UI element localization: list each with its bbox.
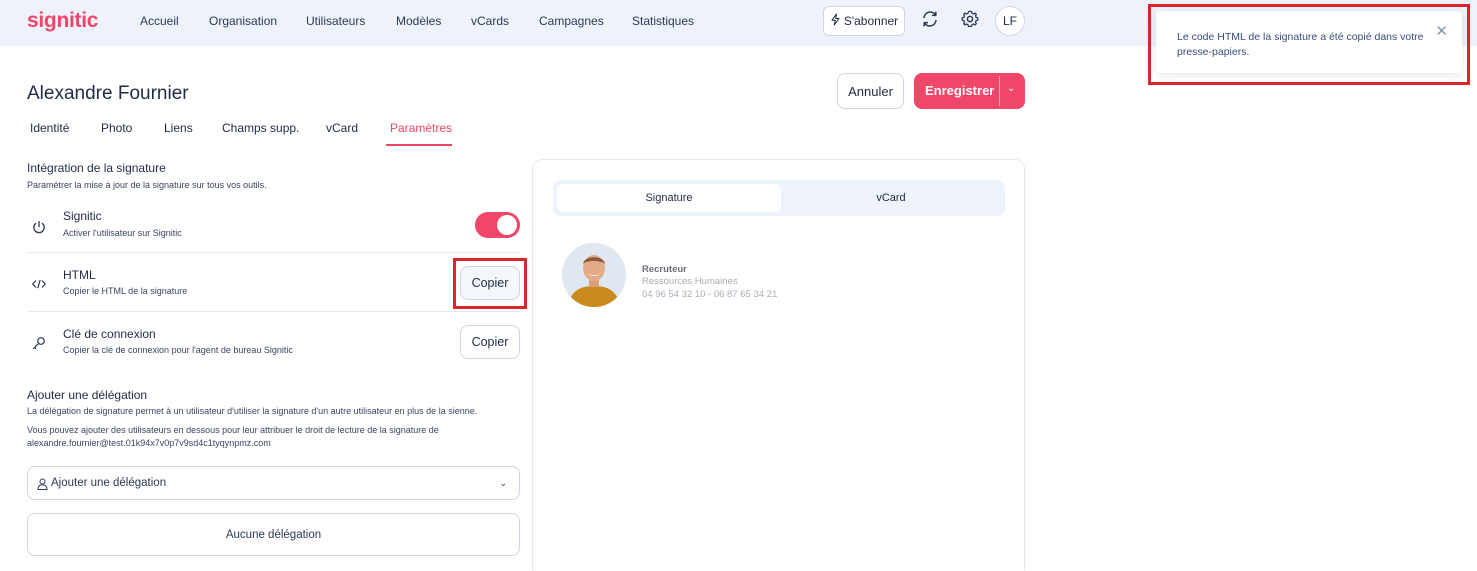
signitic-row-title: Signitic [63, 209, 102, 223]
cancel-button[interactable]: Annuler [837, 73, 904, 109]
nav-item-modeles[interactable]: Modèles [396, 14, 441, 28]
nav-item-statistiques[interactable]: Statistiques [632, 14, 694, 28]
integration-title: Intégration de la signature [27, 161, 166, 175]
sync-icon [920, 9, 940, 34]
nav-item-utilisateurs[interactable]: Utilisateurs [306, 14, 365, 28]
user-icon [37, 477, 48, 495]
add-delegation-placeholder: Ajouter une délégation [51, 477, 167, 489]
signitic-row-subtitle: Activer l'utilisateur sur Signitic [63, 228, 182, 238]
integration-subtitle: Paramétrer la mise à jour de la signatur… [27, 180, 267, 190]
preview-tab-vcard[interactable]: vCard [781, 184, 1001, 212]
code-icon [29, 274, 49, 294]
toast-message: Le code HTML de la signature a été copié… [1177, 31, 1424, 58]
signature-preview-card [532, 159, 1025, 571]
delegation-description: La délégation de signature permet à un u… [27, 406, 478, 416]
tab-liens[interactable]: Liens [164, 121, 193, 135]
add-delegation-select[interactable]: Ajouter une délégation ⌄ [27, 466, 520, 500]
save-button[interactable]: Enregistrer ⌄ [914, 73, 1025, 109]
profile-photo [562, 243, 626, 307]
key-row-title: Clé de connexion [63, 327, 156, 341]
key-icon [29, 333, 49, 353]
copy-key-button[interactable]: Copier [460, 325, 520, 359]
preview-tab-signature[interactable]: Signature [557, 184, 781, 212]
chevron-down-icon: ⌄ [499, 478, 507, 488]
row-divider [27, 311, 520, 312]
tab-champs-supp[interactable]: Champs supp. [222, 121, 299, 135]
signitic-toggle[interactable] [475, 212, 520, 238]
html-row-title: HTML [63, 268, 96, 282]
tab-parametres[interactable]: Paramètres [390, 121, 452, 135]
row-divider [27, 252, 520, 253]
signature-role: Recruteur [642, 264, 687, 275]
save-label: Enregistrer [925, 83, 995, 98]
active-tab-indicator [386, 144, 452, 146]
signature-department: Ressources Humaines [642, 276, 738, 287]
tab-vcard[interactable]: vCard [326, 121, 358, 135]
lightning-icon [830, 13, 841, 29]
settings-button[interactable] [957, 8, 983, 34]
delegation-info-line1: Vous pouvez ajouter des utilisateurs en … [27, 425, 439, 435]
sync-button[interactable] [917, 8, 943, 34]
close-icon[interactable]: ✕ [1435, 24, 1448, 39]
page-title: Alexandre Fournier [27, 83, 189, 104]
toggle-knob [497, 215, 517, 235]
gear-icon [960, 9, 980, 34]
nav-item-vcards[interactable]: vCards [471, 14, 509, 28]
tab-identite[interactable]: Identité [30, 121, 69, 135]
nav-item-accueil[interactable]: Accueil [140, 14, 179, 28]
copy-success-toast: Le code HTML de la signature a été copié… [1156, 11, 1462, 73]
subscribe-label: S'abonner [843, 14, 899, 28]
user-avatar[interactable]: LF [995, 6, 1025, 36]
nav-item-campagnes[interactable]: Campagnes [539, 14, 604, 28]
signitic-logo[interactable]: signitic [27, 9, 98, 33]
copy-button-highlight-frame [453, 258, 527, 309]
tab-photo[interactable]: Photo [101, 121, 132, 135]
delegation-title: Ajouter une délégation [27, 388, 148, 402]
nav-item-organisation[interactable]: Organisation [209, 14, 277, 28]
delegation-info-line2: alexandre.fournier@test.01k94x7v0p7v9sd4… [27, 438, 271, 448]
subscribe-button[interactable]: S'abonner [823, 6, 905, 36]
key-row-subtitle: Copier la clé de connexion pour l'agent … [63, 345, 293, 355]
signature-phones: 04 96 54 32 10 - 06 87 65 34 21 [642, 289, 778, 300]
no-delegation-label: Aucune délégation [225, 528, 322, 541]
no-delegation-box: Aucune délégation [27, 513, 520, 556]
html-row-subtitle: Copier le HTML de la signature [63, 286, 188, 296]
save-divider [999, 76, 1000, 106]
chevron-down-icon[interactable]: ⌄ [1007, 83, 1015, 94]
preview-tabs: Signature vCard [553, 180, 1005, 216]
power-icon [29, 217, 49, 237]
